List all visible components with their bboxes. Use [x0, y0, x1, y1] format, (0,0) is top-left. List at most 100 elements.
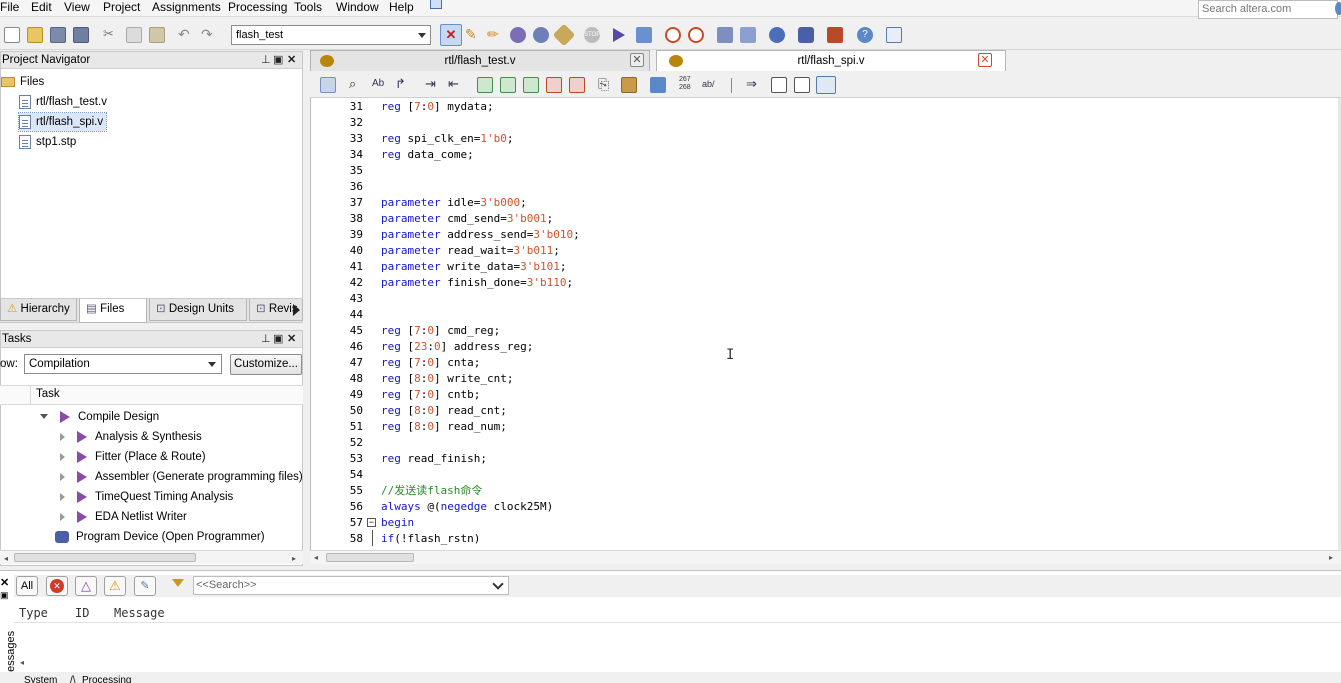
- tab-flash-test[interactable]: rtl/flash_test.v: [310, 50, 650, 71]
- scroll-left-icon[interactable]: ◂: [20, 658, 24, 667]
- collapse-icon[interactable]: [40, 414, 48, 420]
- pin-planner-icon[interactable]: ✎: [465, 27, 481, 43]
- start-compilation-icon[interactable]: [613, 28, 625, 42]
- tab-design-units[interactable]: ⊡ Design Units: [149, 299, 247, 321]
- check-syntax-icon[interactable]: [650, 77, 666, 93]
- close-icon[interactable]: ✕: [287, 332, 296, 346]
- search-icon[interactable]: [1335, 2, 1341, 15]
- scroll-thumb[interactable]: [14, 553, 196, 562]
- chip-planner-icon[interactable]: ✕: [440, 24, 462, 46]
- code-line[interactable]: parameter cmd_send=3'b001;: [381, 211, 553, 227]
- filter-info-button[interactable]: ✎: [134, 576, 156, 596]
- editor-hscrollbar[interactable]: ◂ ▸: [310, 550, 1341, 564]
- chip-icon[interactable]: [769, 27, 785, 43]
- code-line[interactable]: reg [23:0] address_reg;: [381, 339, 533, 355]
- block-comment-icon[interactable]: [771, 77, 787, 93]
- play-icon[interactable]: [77, 450, 87, 463]
- unindent-icon[interactable]: ⇤: [448, 77, 464, 93]
- code-line[interactable]: parameter address_send=3'b010;: [381, 227, 580, 243]
- menu-project[interactable]: Project: [103, 0, 140, 16]
- save-all-icon[interactable]: [73, 27, 89, 43]
- tab-processing[interactable]: Processing: [82, 672, 131, 683]
- code-line[interactable]: parameter read_wait=3'b011;: [381, 243, 560, 259]
- code-line[interactable]: reg [8:0] read_num;: [381, 419, 507, 435]
- scroll-right-icon[interactable]: ▸: [1329, 553, 1333, 562]
- expand-icon[interactable]: [60, 452, 65, 461]
- filter-icon[interactable]: [172, 579, 184, 587]
- new-file-icon[interactable]: [4, 27, 20, 43]
- spell-check-icon[interactable]: ab/: [702, 77, 722, 93]
- undo-icon[interactable]: ↶: [178, 27, 194, 43]
- play-icon[interactable]: [77, 490, 87, 503]
- next-bookmark-icon[interactable]: [500, 77, 516, 93]
- feedback-icon[interactable]: [886, 27, 902, 43]
- float-icon[interactable]: ▣: [273, 332, 283, 346]
- assignment-editor-icon[interactable]: ✏: [487, 27, 503, 43]
- scroll-right-icon[interactable]: ▸: [292, 554, 296, 563]
- code-line[interactable]: if(!flash_rstn): [381, 531, 480, 547]
- code-line[interactable]: //发送读flash命令: [381, 483, 482, 499]
- design-partition-icon[interactable]: [533, 27, 549, 43]
- tab-files[interactable]: ▤ Files: [79, 299, 147, 323]
- column-message[interactable]: Message: [114, 603, 165, 623]
- clear-all-bookmarks-icon[interactable]: [569, 77, 585, 93]
- settings-icon[interactable]: [510, 27, 526, 43]
- toggle-view-icon[interactable]: [320, 77, 336, 93]
- timing-analyzer-icon[interactable]: [665, 27, 681, 43]
- redo-icon[interactable]: ↷: [201, 27, 217, 43]
- column-id[interactable]: ID: [75, 603, 89, 623]
- programmer-icon[interactable]: [55, 530, 69, 543]
- file-item-selected[interactable]: rtl/flash_spi.v: [17, 112, 108, 132]
- prev-bookmark-icon[interactable]: [523, 77, 539, 93]
- word-wrap-icon[interactable]: [816, 76, 836, 94]
- close-tab-button[interactable]: ✕: [978, 53, 992, 67]
- paste-icon[interactable]: [149, 27, 165, 43]
- code-line[interactable]: reg [8:0] write_cnt;: [381, 371, 513, 387]
- play-icon[interactable]: [77, 430, 87, 443]
- attach-icon[interactable]: ⎘: [598, 77, 614, 93]
- task-compile-design[interactable]: Compile Design: [40, 408, 159, 426]
- play-icon[interactable]: [77, 470, 87, 483]
- code-editor[interactable]: 31 32 33 34 35 36 37 38 39 40 41 42 43 44 45 46 47 48 49 50…: [310, 98, 1341, 550]
- expand-icon[interactable]: [60, 512, 65, 521]
- template-icon[interactable]: [621, 77, 637, 93]
- expand-icon[interactable]: [60, 492, 65, 501]
- technology-map-icon[interactable]: [740, 27, 756, 43]
- close-tab-button[interactable]: ✕: [630, 53, 644, 67]
- menu-tools[interactable]: Tools: [294, 0, 322, 16]
- code-line[interactable]: begin: [381, 515, 414, 531]
- menu-file[interactable]: File: [0, 0, 19, 16]
- scroll-thumb[interactable]: [326, 553, 414, 562]
- help-icon[interactable]: ?: [857, 27, 873, 43]
- code-line[interactable]: parameter finish_done=3'b110;: [381, 275, 573, 291]
- chevron-down-icon[interactable]: [492, 578, 504, 590]
- task-assembler[interactable]: Assembler (Generate programming files): [60, 468, 303, 486]
- close-icon[interactable]: ✕: [0, 576, 9, 589]
- timequest-icon[interactable]: [688, 27, 704, 43]
- task-analysis-synthesis[interactable]: Analysis & Synthesis: [60, 428, 202, 446]
- filter-all-button[interactable]: All: [16, 576, 38, 596]
- filter-warnings-button[interactable]: ⚠: [104, 576, 126, 596]
- code-line[interactable]: parameter write_data=3'b101;: [381, 259, 566, 275]
- code-line[interactable]: reg data_come;: [381, 147, 474, 163]
- programmer-icon[interactable]: [798, 27, 814, 43]
- menu-help[interactable]: Help: [389, 0, 414, 16]
- code-line[interactable]: reg [7:0] cntb;: [381, 387, 480, 403]
- menu-window[interactable]: Window: [336, 0, 379, 16]
- code-line[interactable]: reg read_finish;: [381, 451, 487, 467]
- tab-system[interactable]: System: [24, 672, 57, 683]
- search-input[interactable]: Search altera.com: [1198, 0, 1338, 19]
- code-line[interactable]: reg [7:0] cnta;: [381, 355, 480, 371]
- task-program-device[interactable]: Program Device (Open Programmer): [55, 528, 265, 546]
- close-icon[interactable]: ✕: [287, 53, 296, 67]
- expand-icon[interactable]: [60, 472, 65, 481]
- indent-icon[interactable]: ⇥: [425, 77, 441, 93]
- code-line[interactable]: parameter idle=3'b000;: [381, 195, 527, 211]
- tasks-hscrollbar[interactable]: ◂ ▸: [0, 550, 303, 564]
- code-line[interactable]: reg [7:0] cmd_reg;: [381, 323, 500, 339]
- flow-select[interactable]: Compilation: [24, 354, 222, 374]
- expand-icon[interactable]: [60, 432, 65, 441]
- copy-icon[interactable]: [126, 27, 142, 43]
- bookmark-icon[interactable]: [477, 77, 493, 93]
- file-item[interactable]: stp1.stp: [19, 133, 76, 151]
